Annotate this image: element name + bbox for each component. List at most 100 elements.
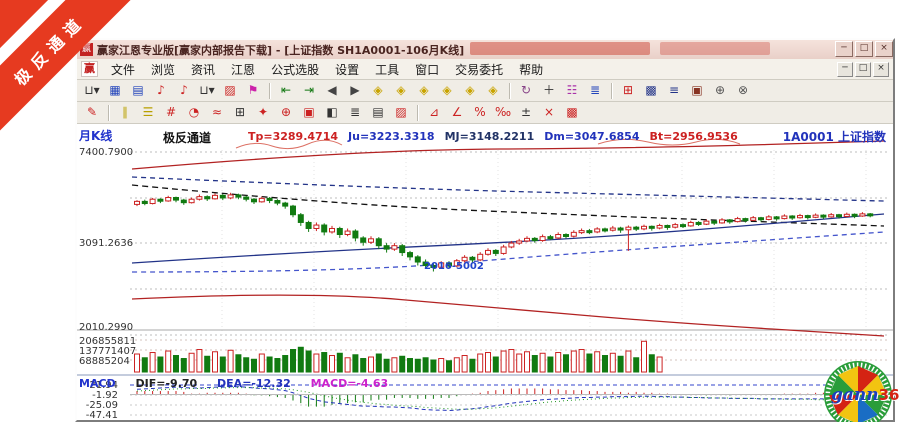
- minimize-button[interactable]: ─: [835, 41, 853, 57]
- save-icon[interactable]: ▣: [686, 81, 708, 101]
- report-list-icon[interactable]: ≡: [663, 81, 685, 101]
- zoom-d-icon[interactable]: ◈: [436, 81, 458, 101]
- mdi-restore-button[interactable]: □: [855, 62, 871, 77]
- volume-bar: [634, 358, 639, 372]
- calculator-icon[interactable]: ▩: [640, 81, 662, 101]
- draw-star-icon[interactable]: ✦: [252, 103, 274, 123]
- candle-body: [548, 237, 553, 239]
- nav-last-icon[interactable]: ⇥: [298, 81, 320, 101]
- candle-body: [649, 226, 654, 228]
- trend-note-1-icon[interactable]: ♪: [150, 81, 172, 101]
- draw-pencil-icon[interactable]: ✎: [81, 103, 103, 123]
- crosshair-icon[interactable]: ＋: [538, 81, 560, 101]
- formula-edit-icon[interactable]: ▨: [219, 81, 241, 101]
- zoom-c-icon[interactable]: ◈: [413, 81, 435, 101]
- candle-body: [634, 227, 639, 229]
- menu-item-7[interactable]: 窗口: [407, 59, 447, 80]
- stats-tool-icon[interactable]: ≣: [584, 81, 606, 101]
- candle-body: [220, 195, 225, 198]
- volume-bar: [267, 357, 272, 372]
- flag-mark-icon[interactable]: ⚑: [242, 81, 264, 101]
- draw-text-icon[interactable]: ▤: [367, 103, 389, 123]
- volume-bar: [509, 350, 514, 372]
- draw-grid-icon[interactable]: #: [160, 103, 182, 123]
- toolbar-separator: [269, 83, 271, 99]
- text-report-icon[interactable]: ▤: [127, 81, 149, 101]
- indicator-name[interactable]: 极反通道: [163, 129, 211, 146]
- draw-channel-icon[interactable]: ☰: [137, 103, 159, 123]
- candle-body: [330, 228, 335, 231]
- maximize-button[interactable]: □: [855, 41, 873, 57]
- candle-body: [868, 214, 873, 216]
- candle-body: [205, 197, 210, 199]
- volume-bar: [415, 359, 420, 372]
- draw-arc-icon[interactable]: ◔: [183, 103, 205, 123]
- trend-note-2-icon[interactable]: ♪: [173, 81, 195, 101]
- menu-item-8[interactable]: 交易委托: [447, 59, 511, 80]
- macd-title[interactable]: MACD: [79, 377, 116, 390]
- gann-percent-icon[interactable]: %: [469, 103, 491, 123]
- menu-item-0[interactable]: 文件: [103, 59, 143, 80]
- zoom-b-icon[interactable]: ◈: [390, 81, 412, 101]
- gann-fan-icon[interactable]: ▩: [561, 103, 583, 123]
- menu-item-5[interactable]: 设置: [327, 59, 367, 80]
- nav-prev-icon[interactable]: ◀: [321, 81, 343, 101]
- export-b-icon[interactable]: ⊗: [732, 81, 754, 101]
- close-button[interactable]: ×: [875, 41, 893, 57]
- zoom-a-icon[interactable]: ◈: [367, 81, 389, 101]
- draw-wave-icon[interactable]: ≈: [206, 103, 228, 123]
- kline-style-icon[interactable]: ⊔▾: [196, 81, 218, 101]
- mdi-close-button[interactable]: ×: [873, 62, 889, 77]
- price-axis-label-0: 7400.7900: [79, 147, 133, 158]
- draw-half-icon[interactable]: ◧: [321, 103, 343, 123]
- nav-first-icon[interactable]: ⇤: [275, 81, 297, 101]
- symbol-label[interactable]: 1A0001 上证指数: [783, 128, 886, 145]
- volume-bar: [587, 354, 592, 372]
- volume-bar: [657, 357, 662, 372]
- gann-permille-icon[interactable]: ‰: [492, 103, 514, 123]
- candle-body: [291, 206, 296, 215]
- menu-item-4[interactable]: 公式选股: [263, 59, 327, 80]
- menu-item-3[interactable]: 江恩: [223, 59, 263, 80]
- chart-period-label[interactable]: 月K线: [79, 127, 112, 144]
- refresh-icon[interactable]: ↻: [515, 81, 537, 101]
- macd-dif-value: DIF=-9.70: [136, 377, 198, 390]
- menu-item-1[interactable]: 浏览: [143, 59, 183, 80]
- zoom-f-icon[interactable]: ◈: [482, 81, 504, 101]
- candle-body: [376, 239, 381, 246]
- candle-body: [525, 238, 530, 241]
- gann-cross-icon[interactable]: ×: [538, 103, 560, 123]
- calendar-icon[interactable]: ⊞: [617, 81, 639, 101]
- draw-box-icon[interactable]: ⊞: [229, 103, 251, 123]
- draw-shade-icon[interactable]: ▨: [390, 103, 412, 123]
- gann-angle-icon[interactable]: ∠: [446, 103, 468, 123]
- zoom-e-icon[interactable]: ◈: [459, 81, 481, 101]
- export-a-icon[interactable]: ⊕: [709, 81, 731, 101]
- candle-body: [244, 197, 249, 199]
- volume-bar: [291, 350, 296, 372]
- draw-lines-icon[interactable]: ≣: [344, 103, 366, 123]
- gann-plusminus-icon[interactable]: ±: [515, 103, 537, 123]
- menu-item-9[interactable]: 帮助: [511, 59, 551, 80]
- volume-bar: [525, 352, 530, 372]
- draw-parallel-icon[interactable]: ∥: [114, 103, 136, 123]
- mdi-minimize-button[interactable]: ─: [837, 62, 853, 77]
- gann360-logo: gann360: [820, 360, 896, 422]
- volume-bar: [470, 359, 475, 372]
- draw-square-icon[interactable]: ▣: [298, 103, 320, 123]
- volume-bar: [369, 357, 374, 372]
- toolbar-separator: [417, 105, 419, 121]
- gann-triangle-icon[interactable]: ⊿: [423, 103, 445, 123]
- kline-period-icon[interactable]: ⊔▾: [81, 81, 103, 101]
- volume-bar: [603, 356, 608, 372]
- analyze-tool-icon[interactable]: ☷: [561, 81, 583, 101]
- indicator-window-icon[interactable]: ▦: [104, 81, 126, 101]
- draw-circle-icon[interactable]: ⊕: [275, 103, 297, 123]
- menu-item-2[interactable]: 资讯: [183, 59, 223, 80]
- volume-bar: [532, 356, 537, 372]
- menu-item-6[interactable]: 工具: [367, 59, 407, 80]
- toolbar-separator: [509, 83, 511, 99]
- candle-body: [142, 201, 147, 203]
- nav-next-icon[interactable]: ▶: [344, 81, 366, 101]
- volume-bar: [408, 359, 413, 372]
